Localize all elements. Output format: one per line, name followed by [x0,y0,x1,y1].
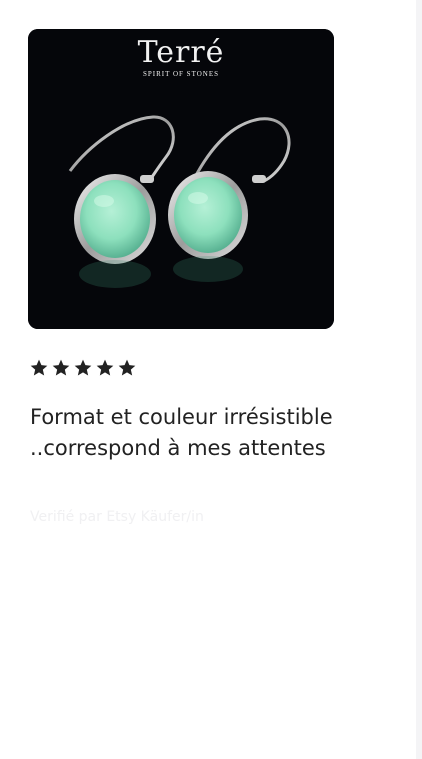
star-icon [74,359,92,376]
reviewer-line: Verifié par Etsy Käufer/in [30,509,204,525]
brand-logo: Terré SPIRIT OF STONES [28,35,334,79]
page-right-edge [416,0,422,759]
star-rating [29,358,137,378]
reviewer-prefix: Verifié par [30,509,102,525]
review-product-photo[interactable]: Terré SPIRIT OF STONES [28,29,334,329]
star-icon [52,359,70,376]
review-text: Format et couleur irrésistible ..corresp… [30,405,333,460]
brand-name: Terré [137,35,225,70]
brand-tagline: SPIRIT OF STONES [142,70,220,78]
reviewer-name[interactable]: Etsy Käufer/in [106,509,204,525]
star-icon [118,359,136,376]
star-icon [96,359,114,376]
star-icon [30,359,48,376]
